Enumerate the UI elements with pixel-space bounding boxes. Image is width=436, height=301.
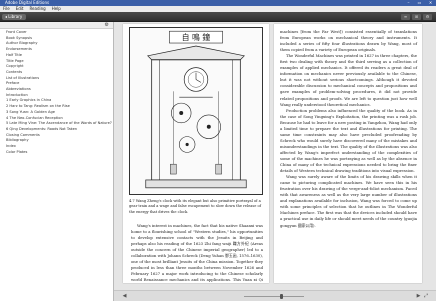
paragraph: Production problems also influenced the … — [280, 107, 417, 174]
sidebar-header: ⚙ — [0, 22, 113, 29]
library-button[interactable]: ◂ Library — [2, 14, 26, 20]
reading-progress-thumb[interactable] — [279, 294, 283, 299]
clock-illustration: 自 鳴 鐘 — [129, 27, 263, 195]
paragraph: The Wonderful Machines was printed in 16… — [280, 53, 417, 107]
clock-drawing: 自 鳴 鐘 — [145, 30, 247, 189]
toc-sidebar: ⚙ Front Cover Book Synopsis Author Biogr… — [0, 22, 114, 301]
reader-pane: 自 鳴 鐘 4.7 Wang Zheng's clock with its el… — [114, 22, 436, 301]
reading-progress-track[interactable] — [244, 296, 304, 297]
paragraph: Wang was surely aware of the limits of h… — [280, 174, 417, 228]
figure-caption: 4.7 Wang Zheng's clock with its elegant … — [129, 199, 261, 214]
toc-item[interactable]: Color Plates — [6, 150, 113, 156]
fullscreen-icon[interactable]: ⤢ — [424, 293, 428, 300]
toc-list: Front Cover Book Synopsis Author Biograp… — [0, 29, 113, 155]
next-page-button[interactable]: ▶ — [414, 293, 423, 300]
minimize-button[interactable]: – — [405, 0, 412, 5]
maximize-button[interactable]: ▭ — [416, 0, 423, 5]
reading-bottombar: ◀ ▶ ⤢ — [114, 290, 436, 301]
paragraph: machines [from the Far West]) consisted … — [280, 29, 417, 53]
left-page: 自 鳴 鐘 4.7 Wang Zheng's clock with its el… — [123, 24, 269, 283]
right-page: machines [from the Far West]) consisted … — [274, 24, 422, 283]
settings-button[interactable]: ⚙ — [423, 14, 432, 20]
toolbar: ◂ Library ≡ ⊞ ⚙ — [0, 12, 436, 22]
toolbar-right: ≡ ⊞ ⚙ — [401, 14, 432, 20]
svg-text:自 鳴 鐘: 自 鳴 鐘 — [182, 32, 211, 42]
list-view-button[interactable]: ≡ — [401, 14, 410, 20]
close-button[interactable]: ✕ — [427, 0, 434, 5]
prev-page-button[interactable]: ◀ — [120, 293, 129, 300]
grid-view-button[interactable]: ⊞ — [412, 14, 421, 20]
gear-icon[interactable]: ⚙ — [105, 22, 109, 29]
right-page-body: machines [from the Far West]) consisted … — [280, 29, 417, 229]
left-page-body: Wang's interest in machines, the fact th… — [131, 223, 263, 283]
